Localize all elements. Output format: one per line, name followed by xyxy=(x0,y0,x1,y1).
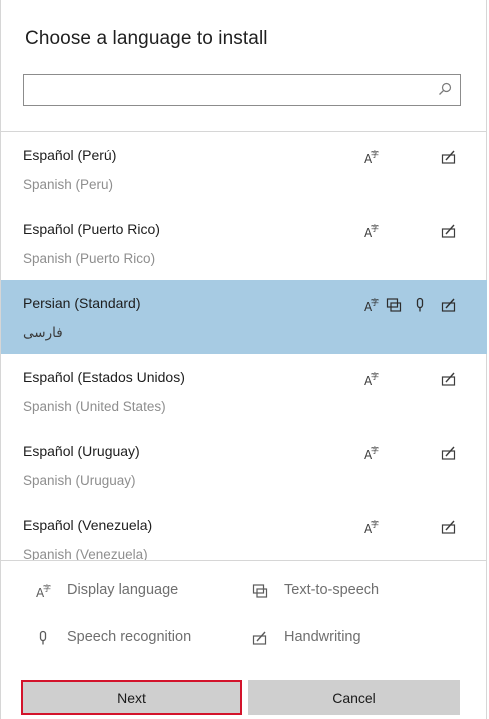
handwriting-icon xyxy=(441,149,457,165)
display-language-icon: A字 xyxy=(363,149,379,166)
display-language-icon: A字 xyxy=(363,297,379,314)
language-native-name: Spanish (United States) xyxy=(23,399,166,414)
language-native-name: فارسی xyxy=(23,325,63,340)
language-native-name: Spanish (Peru) xyxy=(23,177,114,192)
language-name: Español (Perú) xyxy=(23,147,117,163)
svg-text:字: 字 xyxy=(371,371,379,381)
language-name: Español (Uruguay) xyxy=(23,443,140,459)
svg-text:字: 字 xyxy=(371,519,379,529)
speech-recognition-icon xyxy=(35,630,51,646)
language-item[interactable]: Español (Estados Unidos) Spanish (United… xyxy=(1,354,487,428)
next-button[interactable]: Next xyxy=(21,680,242,715)
dialog-title: Choose a language to install xyxy=(25,28,268,49)
language-item[interactable]: Español (Puerto Rico) Spanish (Puerto Ri… xyxy=(1,206,487,280)
handwriting-icon xyxy=(441,297,457,313)
language-name: Persian (Standard) xyxy=(23,295,141,311)
display-language-icon: A字 xyxy=(363,445,379,462)
legend-label: Handwriting xyxy=(284,629,361,645)
text-to-speech-icon xyxy=(252,583,268,599)
language-native-name: Spanish (Venezuela) xyxy=(23,547,148,560)
speech-recognition-icon xyxy=(412,297,428,313)
display-language-icon: A字 xyxy=(363,223,379,240)
legend-label: Speech recognition xyxy=(67,629,192,645)
dialog-buttons: Next Cancel xyxy=(1,676,487,719)
legend-label: Text-to-speech xyxy=(284,582,380,598)
display-language-icon: A字 xyxy=(35,583,51,600)
display-language-icon: A字 xyxy=(363,519,379,536)
search-icon[interactable] xyxy=(438,82,452,96)
legend-label: Display language xyxy=(67,582,179,598)
handwriting-icon xyxy=(252,630,268,646)
language-name: Español (Venezuela) xyxy=(23,517,153,533)
handwriting-icon xyxy=(441,445,457,461)
handwriting-icon xyxy=(441,519,457,535)
feature-legend: A字 Display language Text-to-speech Speec… xyxy=(1,561,487,673)
language-item-selected[interactable]: Persian (Standard) فارسی A字 xyxy=(1,280,487,354)
language-native-name: Spanish (Uruguay) xyxy=(23,473,136,488)
language-list[interactable]: Español (Perú) Spanish (Peru) A字 Español… xyxy=(1,132,487,560)
language-item[interactable]: Español (Uruguay) Spanish (Uruguay) A字 xyxy=(1,428,487,502)
svg-text:字: 字 xyxy=(371,149,379,159)
cancel-button[interactable]: Cancel xyxy=(248,680,460,715)
install-language-dialog: Choose a language to install Español (Pe… xyxy=(0,0,487,719)
language-item[interactable]: Español (Perú) Spanish (Peru) A字 xyxy=(1,132,487,206)
language-native-name: Spanish (Puerto Rico) xyxy=(23,251,156,266)
svg-text:字: 字 xyxy=(371,223,379,233)
language-name: Español (Puerto Rico) xyxy=(23,221,160,237)
handwriting-icon xyxy=(441,371,457,387)
svg-text:字: 字 xyxy=(371,445,379,455)
svg-text:字: 字 xyxy=(43,583,51,593)
text-to-speech-icon xyxy=(386,297,402,313)
handwriting-icon xyxy=(441,223,457,239)
search-input[interactable] xyxy=(30,75,434,105)
display-language-icon: A字 xyxy=(363,371,379,388)
search-box[interactable] xyxy=(23,74,461,106)
language-item[interactable]: Español (Venezuela) Spanish (Venezuela) … xyxy=(1,502,487,560)
svg-text:字: 字 xyxy=(371,297,379,307)
language-name: Español (Estados Unidos) xyxy=(23,369,185,385)
